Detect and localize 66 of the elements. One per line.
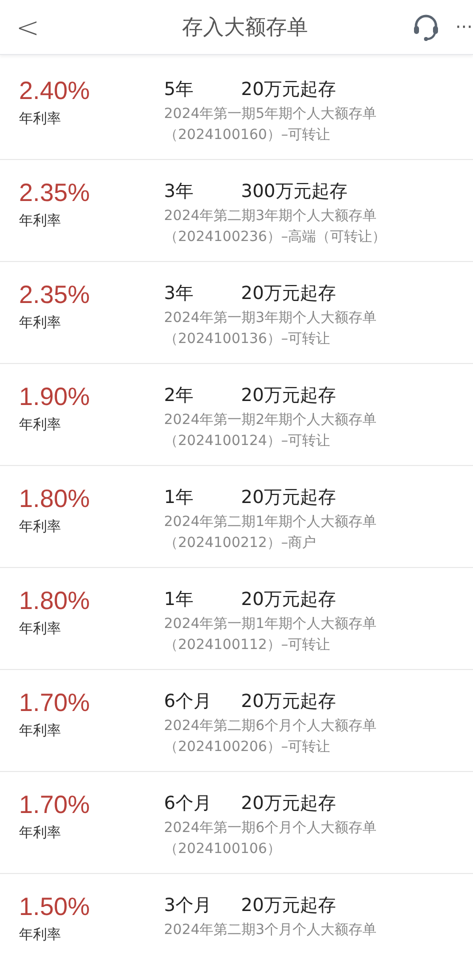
product-description: （2024100160）–可转让 [164, 126, 332, 145]
interest-rate: 2.35% [19, 280, 91, 310]
minimum-amount: 20万元起存 [241, 486, 336, 510]
rate-label: 年利率 [19, 518, 62, 536]
product-description: （2024100136）–可转让 [164, 330, 332, 349]
term-text: 2年 [164, 384, 194, 408]
minimum-amount: 20万元起存 [241, 588, 336, 612]
rate-label: 年利率 [19, 722, 62, 740]
rate-label: 年利率 [19, 926, 62, 944]
product-description: 2024年第二期1年期个人大额存单 [164, 513, 377, 532]
interest-rate: 1.50% [19, 892, 91, 922]
term-text: 3年 [164, 282, 194, 306]
interest-rate: 1.90% [19, 382, 91, 412]
minimum-amount: 20万元起存 [241, 792, 336, 816]
product-description: （2024100212）–商户 [164, 534, 318, 553]
headset-icon[interactable] [411, 12, 441, 42]
deposit-item[interactable]: 2.35% 年利率 3年 300万元起存 2024年第二期3年期个人大额存单 （2024100236）–高端（可转让） [0, 160, 473, 262]
deposit-item[interactable]: 1.80% 年利率 1年 20万元起存 2024年第二期1年期个人大额存单 （2024100212）–商户 [0, 466, 473, 568]
minimum-amount: 300万元起存 [241, 180, 348, 204]
rate-label: 年利率 [19, 314, 62, 332]
minimum-amount: 20万元起存 [241, 894, 336, 918]
term-text: 3个月 [164, 894, 212, 918]
deposit-item[interactable]: 1.70% 年利率 6个月 20万元起存 2024年第一期6个月个人大额存单 （2024100106） [0, 772, 473, 874]
product-description: 2024年第二期3年期个人大额存单 [164, 207, 378, 226]
interest-rate: 1.70% [19, 688, 91, 718]
deposit-item[interactable]: 1.80% 年利率 1年 20万元起存 2024年第一期1年期个人大额存单 （2024100112）–可转让 [0, 568, 473, 670]
term-text: 5年 [164, 78, 194, 102]
more-button[interactable]: ··· [455, 16, 473, 38]
back-button[interactable]: < [0, 10, 40, 44]
term-text: 1年 [164, 486, 194, 510]
product-description: （2024100112）–可转让 [164, 636, 332, 655]
rate-label: 年利率 [19, 620, 62, 638]
deposit-item[interactable]: 1.70% 年利率 6个月 20万元起存 2024年第二期6个月个人大额存单 （2024100206）–可转让 [0, 670, 473, 772]
product-description: （2024100206）–可转让 [164, 738, 332, 757]
deposit-item[interactable]: 1.90% 年利率 2年 20万元起存 2024年第一期2年期个人大额存单 （2024100124）–可转让 [0, 364, 473, 466]
minimum-amount: 20万元起存 [241, 690, 336, 714]
interest-rate: 1.70% [19, 790, 91, 820]
interest-rate: 1.80% [19, 484, 91, 514]
minimum-amount: 20万元起存 [241, 282, 336, 306]
minimum-amount: 20万元起存 [241, 78, 336, 102]
term-text: 1年 [164, 588, 194, 612]
product-description: （2024100236）–高端（可转让） [164, 228, 386, 247]
product-description: 2024年第一期2年期个人大额存单 [164, 411, 377, 430]
deposit-item[interactable]: 2.35% 年利率 3年 20万元起存 2024年第一期3年期个人大额存单 （2024100136）–可转让 [0, 262, 473, 364]
product-description: （2024100106） [164, 840, 282, 859]
deposit-item[interactable]: 2.40% 年利率 5年 20万元起存 2024年第一期5年期个人大额存单 （2024100160）–可转让 [0, 58, 473, 160]
product-description: 2024年第一期6个月个人大额存单 [164, 819, 377, 838]
rate-label: 年利率 [19, 212, 62, 230]
minimum-amount: 20万元起存 [241, 384, 336, 408]
product-description: 2024年第一期1年期个人大额存单 [164, 615, 377, 634]
deposit-item[interactable]: 1.50% 年利率 3个月 20万元起存 2024年第二期3个月个人大额存单 [0, 874, 473, 972]
product-description: 2024年第一期3年期个人大额存单 [164, 309, 377, 328]
product-description: 2024年第二期3个月个人大额存单 [164, 921, 377, 940]
product-description: 2024年第二期6个月个人大额存单 [164, 717, 377, 736]
page-title: 存入大额存单 [181, 14, 310, 41]
rate-label: 年利率 [19, 110, 62, 128]
rate-label: 年利率 [19, 416, 62, 434]
term-text: 3年 [164, 180, 194, 204]
term-text: 6个月 [164, 690, 212, 714]
interest-rate: 1.80% [19, 586, 91, 616]
interest-rate: 2.35% [19, 178, 91, 208]
product-description: 2024年第一期5年期个人大额存单 [164, 105, 377, 124]
rate-label: 年利率 [19, 824, 62, 842]
product-description: （2024100124）–可转让 [164, 432, 332, 451]
term-text: 6个月 [164, 792, 212, 816]
interest-rate: 2.40% [19, 76, 91, 106]
